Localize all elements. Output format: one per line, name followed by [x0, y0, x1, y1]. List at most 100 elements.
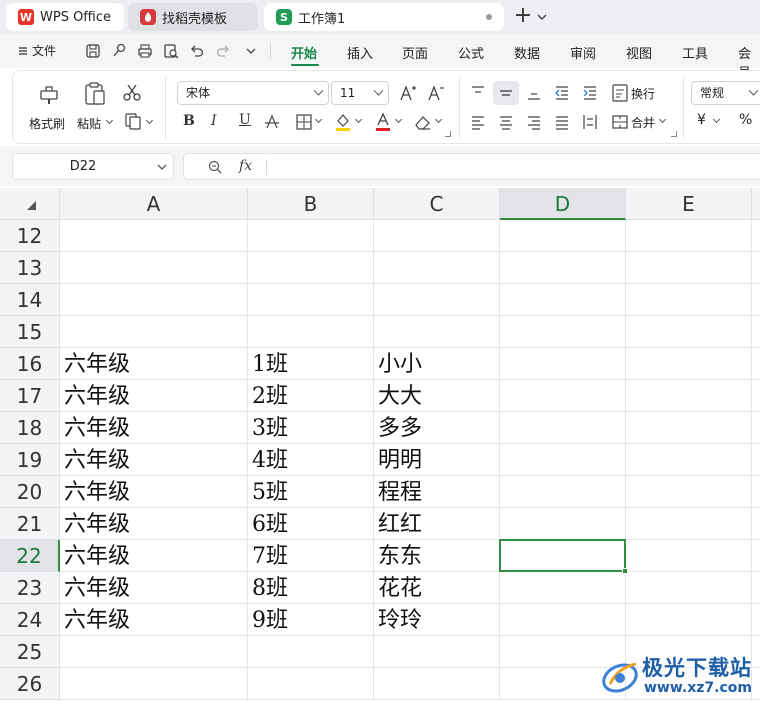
increase-indent-icon[interactable]: [581, 84, 599, 102]
bold-button[interactable]: B: [183, 113, 195, 129]
print-preview-icon[interactable]: [162, 42, 180, 60]
cell-b15[interactable]: [248, 316, 374, 348]
align-middle-button[interactable]: [493, 81, 519, 105]
cell-c24[interactable]: 玲玲: [374, 604, 500, 636]
column-header-b[interactable]: B: [248, 188, 374, 220]
decrease-font-size-icon[interactable]: [427, 84, 445, 102]
cell-b20[interactable]: 5班: [248, 476, 374, 508]
currency-dropdown-icon[interactable]: [712, 115, 721, 124]
cell-d22[interactable]: [500, 540, 626, 572]
cell-c18[interactable]: 多多: [374, 412, 500, 444]
copy-dropdown-icon[interactable]: [145, 116, 154, 125]
italic-button[interactable]: I: [211, 113, 217, 129]
menu-insert[interactable]: 插入: [347, 43, 373, 62]
cell-f19[interactable]: [752, 444, 760, 476]
cell-b24[interactable]: 9班: [248, 604, 374, 636]
cell-e23[interactable]: [626, 572, 752, 604]
cell-f17[interactable]: [752, 380, 760, 412]
column-header-c[interactable]: C: [374, 188, 500, 220]
cell-f24[interactable]: [752, 604, 760, 636]
name-box[interactable]: D22: [12, 153, 174, 180]
cell-a12[interactable]: [60, 220, 248, 252]
cell-c12[interactable]: [374, 220, 500, 252]
cell-c19[interactable]: 明明: [374, 444, 500, 476]
cell-f12[interactable]: [752, 220, 760, 252]
cell-f13[interactable]: [752, 252, 760, 284]
cell-e12[interactable]: [626, 220, 752, 252]
cell-f15[interactable]: [752, 316, 760, 348]
row-header-13[interactable]: 13: [0, 252, 60, 284]
row-header-15[interactable]: 15: [0, 316, 60, 348]
font-dialog-launcher-icon[interactable]: [445, 131, 451, 137]
row-header-25[interactable]: 25: [0, 636, 60, 668]
cell-a20[interactable]: 六年级: [60, 476, 248, 508]
clear-format-icon[interactable]: [413, 113, 433, 131]
cell-b25[interactable]: [248, 636, 374, 668]
row-header-17[interactable]: 17: [0, 380, 60, 412]
number-format-select[interactable]: 常规: [691, 81, 760, 105]
column-header-d[interactable]: D: [500, 188, 626, 220]
cell-a13[interactable]: [60, 252, 248, 284]
menu-review[interactable]: 审阅: [570, 43, 596, 62]
justify-icon[interactable]: [553, 113, 571, 131]
menu-data[interactable]: 数据: [514, 43, 540, 62]
cell-e15[interactable]: [626, 316, 752, 348]
distributed-align-icon[interactable]: [581, 113, 599, 131]
cell-b21[interactable]: 6班: [248, 508, 374, 540]
share-icon[interactable]: [110, 42, 128, 60]
row-header-19[interactable]: 19: [0, 444, 60, 476]
cell-b18[interactable]: 3班: [248, 412, 374, 444]
cell-a23[interactable]: 六年级: [60, 572, 248, 604]
cell-f18[interactable]: [752, 412, 760, 444]
percent-button[interactable]: %: [739, 112, 752, 128]
alignment-dialog-launcher-icon[interactable]: [671, 131, 677, 137]
cell-e24[interactable]: [626, 604, 752, 636]
paste-button[interactable]: 粘贴: [77, 115, 101, 132]
cell-a25[interactable]: [60, 636, 248, 668]
cell-c14[interactable]: [374, 284, 500, 316]
chevron-down-icon[interactable]: [536, 8, 548, 26]
menu-tools[interactable]: 工具: [682, 43, 708, 62]
cell-b14[interactable]: [248, 284, 374, 316]
cell-e22[interactable]: [626, 540, 752, 572]
cell-a21[interactable]: 六年级: [60, 508, 248, 540]
increase-font-size-icon[interactable]: [399, 84, 417, 102]
cell-d16[interactable]: [500, 348, 626, 380]
column-header-next[interactable]: [752, 188, 760, 220]
cell-d15[interactable]: [500, 316, 626, 348]
cell-d20[interactable]: [500, 476, 626, 508]
cell-c25[interactable]: [374, 636, 500, 668]
cell-b19[interactable]: 4班: [248, 444, 374, 476]
print-icon[interactable]: [136, 42, 154, 60]
cell-d19[interactable]: [500, 444, 626, 476]
row-header-16[interactable]: 16: [0, 348, 60, 380]
row-header-21[interactable]: 21: [0, 508, 60, 540]
cell-f21[interactable]: [752, 508, 760, 540]
select-all-button[interactable]: [0, 188, 60, 220]
column-header-e[interactable]: E: [626, 188, 752, 220]
cell-d23[interactable]: [500, 572, 626, 604]
cell-c17[interactable]: 大大: [374, 380, 500, 412]
undo-icon[interactable]: [188, 42, 206, 60]
menu-formula[interactable]: 公式: [458, 43, 484, 62]
font-name-select[interactable]: 宋体: [177, 81, 329, 105]
align-top-icon[interactable]: [469, 84, 487, 102]
border-dropdown-icon[interactable]: [314, 115, 323, 124]
unsaved-dot-icon[interactable]: [486, 14, 492, 20]
cell-c21[interactable]: 红红: [374, 508, 500, 540]
cell-e19[interactable]: [626, 444, 752, 476]
menu-view[interactable]: 视图: [626, 43, 652, 62]
cell-a18[interactable]: 六年级: [60, 412, 248, 444]
cell-d17[interactable]: [500, 380, 626, 412]
font-size-select[interactable]: 11: [331, 81, 389, 105]
row-header-12[interactable]: 12: [0, 220, 60, 252]
align-center-icon[interactable]: [497, 113, 515, 131]
cell-f23[interactable]: [752, 572, 760, 604]
cell-b12[interactable]: [248, 220, 374, 252]
row-header-14[interactable]: 14: [0, 284, 60, 316]
cell-c16[interactable]: 小小: [374, 348, 500, 380]
row-header-24[interactable]: 24: [0, 604, 60, 636]
cell-a14[interactable]: [60, 284, 248, 316]
cell-e20[interactable]: [626, 476, 752, 508]
cell-d12[interactable]: [500, 220, 626, 252]
